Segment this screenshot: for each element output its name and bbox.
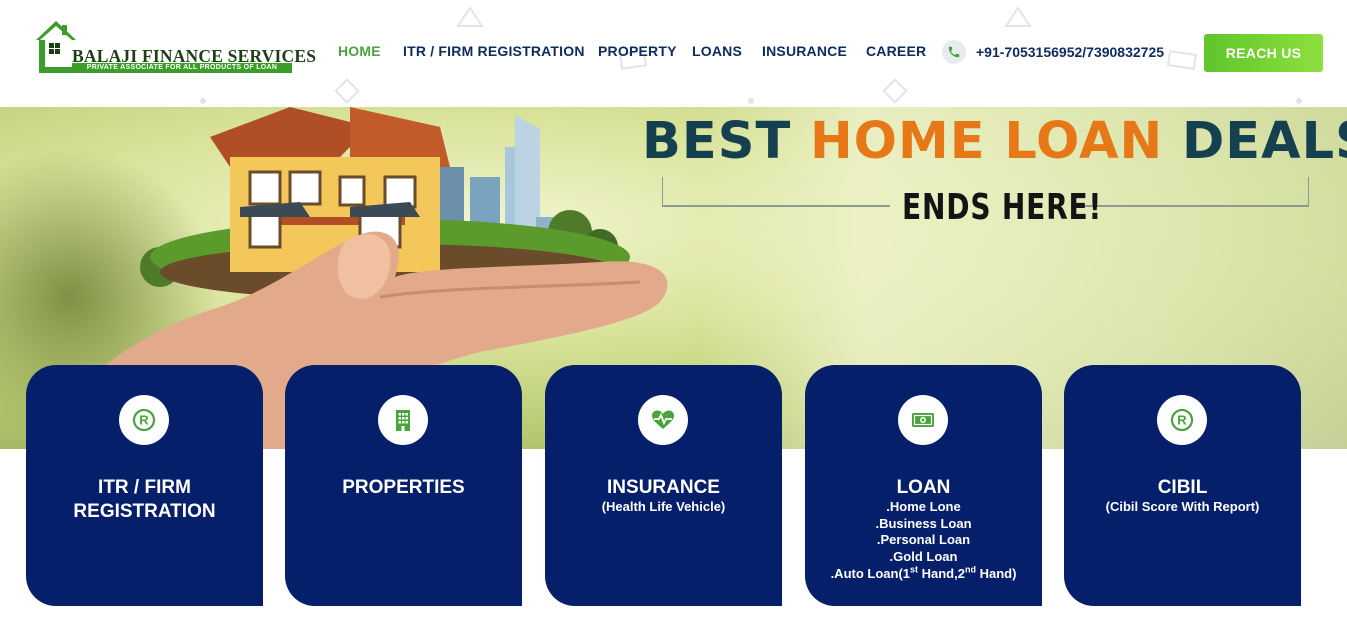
heartbeat-icon xyxy=(638,395,688,445)
loan-item-personal: .Personal Loan xyxy=(876,532,971,547)
card-title: CIBIL xyxy=(1157,477,1208,498)
service-card-insurance[interactable]: INSURANCE (Health Life Vehicle) xyxy=(545,365,782,606)
service-card-loan[interactable]: LOAN .Home Lone .Business Loan .Personal… xyxy=(805,365,1042,606)
card-title: INSURANCE xyxy=(607,477,720,498)
nav-item-home[interactable]: HOME xyxy=(338,43,381,59)
decorative-rectangle xyxy=(1167,50,1197,70)
nav-item-career[interactable]: CAREER xyxy=(866,43,926,59)
brand-logo[interactable]: BALAJI FINANCE SERVICES PRIVATE ASSOCIAT… xyxy=(34,18,316,74)
registered-icon: R xyxy=(1157,395,1207,445)
brand-tagline: PRIVATE ASSOCIATE FOR ALL PRODUCTS OF LO… xyxy=(72,63,292,73)
decorative-dot xyxy=(200,98,206,104)
decorative-dot xyxy=(748,98,754,104)
decorative-square xyxy=(882,78,908,104)
loan-item-business: .Business Loan xyxy=(875,516,972,531)
site-header: BALAJI FINANCE SERVICES PRIVATE ASSOCIAT… xyxy=(0,0,1347,107)
loan-item-home: .Home Lone xyxy=(886,499,961,514)
nav-item-loans[interactable]: LOANS xyxy=(692,43,742,59)
decorative-dot xyxy=(1296,98,1302,104)
nav-item-itr-firm-registration[interactable]: ITR / FIRM REGISTRATION xyxy=(403,43,585,59)
svg-text:R: R xyxy=(139,413,149,428)
auto-loan-prefix: .Auto Loan(1 xyxy=(830,566,910,581)
loan-item-gold: .Gold Loan xyxy=(889,549,958,564)
card-subtitle: (Cibil Score With Report) xyxy=(1105,499,1260,514)
reach-us-button[interactable]: REACH US xyxy=(1204,34,1323,72)
subheadline-bracket-left xyxy=(662,177,663,205)
card-title: ITR / FIRM REGISTRATION xyxy=(73,477,216,522)
headline-part-home-loan: HOME LOAN xyxy=(810,112,1164,171)
auto-loan-sup-first: st xyxy=(910,564,919,575)
phone-icon xyxy=(942,40,966,64)
decorative-triangle xyxy=(456,6,484,27)
headline-part-best: BEST xyxy=(642,112,792,171)
phone-number-link[interactable]: +91-7053156952/7390832725 xyxy=(976,44,1164,60)
auto-loan-middle: Hand,2 xyxy=(918,566,965,581)
hero-headline: BEST HOME LOAN DEALS xyxy=(642,111,1347,173)
headline-part-deals: DEALS xyxy=(1181,112,1347,171)
money-icon xyxy=(898,395,948,445)
service-card-cibil[interactable]: R CIBIL (Cibil Score With Report) xyxy=(1064,365,1301,606)
card-title: PROPERTIES xyxy=(342,477,465,498)
decorative-square xyxy=(334,78,360,104)
subheadline-bracket-right xyxy=(1308,177,1309,205)
auto-loan-suffix: Hand) xyxy=(975,566,1017,581)
nav-item-property[interactable]: PROPERTY xyxy=(598,43,677,59)
subheadline-rule-right xyxy=(1084,205,1309,207)
decorative-triangle xyxy=(1004,6,1032,27)
hero-subheadline: ENDS HERE! xyxy=(902,187,1103,228)
svg-text:R: R xyxy=(1177,413,1187,428)
auto-loan-sup-second: nd xyxy=(964,564,976,575)
service-card-itr-firm-registration[interactable]: R ITR / FIRM REGISTRATION xyxy=(26,365,263,606)
subheadline-rule-left xyxy=(662,205,890,207)
building-icon xyxy=(378,395,428,445)
registered-icon: R xyxy=(119,395,169,445)
page: BALAJI FINANCE SERVICES PRIVATE ASSOCIAT… xyxy=(0,0,1347,631)
loan-item-auto: .Auto Loan(1st Hand,2nd Hand) xyxy=(813,564,1034,583)
card-subtitle: (Health Life Vehicle) xyxy=(601,499,726,514)
service-card-properties[interactable]: PROPERTIES xyxy=(285,365,522,606)
nav-item-insurance[interactable]: INSURANCE xyxy=(762,43,847,59)
card-title: LOAN xyxy=(896,477,951,498)
